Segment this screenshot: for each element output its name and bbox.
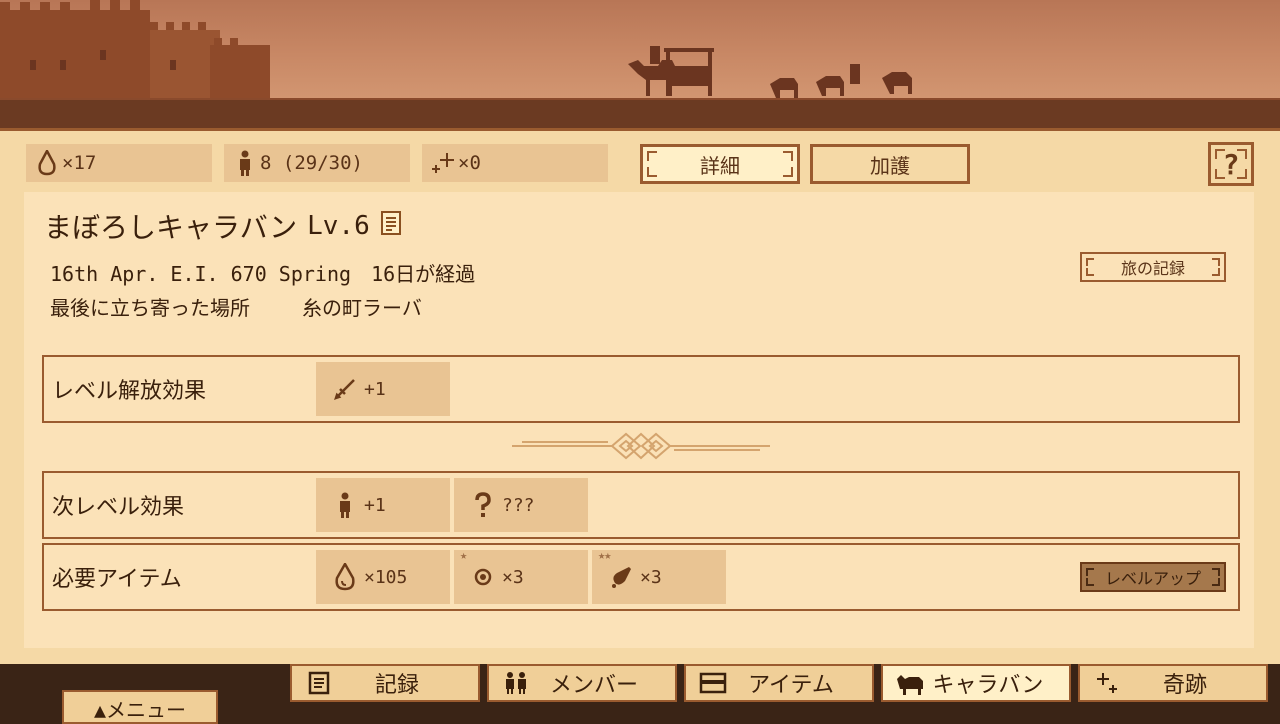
nav-label: キャラバン	[932, 673, 1044, 698]
water-count: ×17	[62, 152, 97, 174]
menu-button[interactable]: ▲メニュー	[62, 690, 218, 724]
water-drop-icon	[32, 150, 62, 176]
coin-icon	[468, 567, 498, 587]
nav-tab-miracles[interactable]: 奇跡	[1078, 664, 1268, 702]
level-effect-value: +1	[364, 378, 386, 400]
last-place-label: 最後に立ち寄った場所	[50, 296, 250, 320]
tab-blessing-label: 加護	[870, 153, 910, 178]
level-effect-item: +1	[316, 362, 450, 416]
menu-label: ▲メニュー	[93, 698, 187, 722]
required-items-row: 必要アイテム ×105 ★ ×3 ★★ ×3	[42, 543, 1240, 611]
rarity-stars: ★★	[598, 548, 611, 562]
next-effect-item: +1	[316, 478, 450, 532]
caravan-title: まぼろしキャラバン Lv.6	[44, 206, 402, 246]
desert-ground	[0, 100, 1280, 130]
next-effect-item: ???	[454, 478, 588, 532]
last-place-line: 最後に立ち寄った場所 糸の町ラーバ	[50, 292, 422, 321]
nav-label: 記録	[374, 673, 419, 698]
elapsed-text: 16日が経過	[371, 262, 476, 286]
caravan-scene	[0, 0, 1280, 130]
required-item-count: ×105	[364, 566, 408, 588]
nav-tab-items[interactable]: アイテム	[684, 664, 874, 702]
miracle-stat: ×0	[422, 144, 608, 182]
nav-tab-caravan[interactable]: キャラバン	[881, 664, 1071, 702]
person-icon	[230, 150, 260, 176]
people-icon	[499, 671, 533, 695]
nav-label: 奇跡	[1162, 673, 1207, 698]
level-up-button[interactable]: レベルアップ	[1080, 562, 1226, 592]
date-line: 16th Apr. E.I. 670 Spring 16日が経過	[50, 258, 475, 287]
sparkle-icon	[428, 151, 458, 175]
memo-icon[interactable]	[380, 210, 402, 243]
sword-icon	[330, 377, 360, 401]
level-up-label: レベルアップ	[1104, 569, 1201, 588]
fortress-silhouette	[0, 0, 270, 100]
help-button[interactable]: ?	[1208, 142, 1254, 186]
required-item: ★ ×3	[454, 548, 588, 604]
date-text: 16th Apr. E.I. 670 Spring	[50, 262, 352, 286]
next-effect-label: 次レベル効果	[52, 495, 185, 520]
next-effect-value: ???	[502, 494, 535, 516]
required-item-count: ×3	[640, 566, 662, 588]
camel-icon	[893, 671, 927, 695]
level-effect-row: レベル解放効果 +1	[42, 355, 1240, 423]
next-effect-row: 次レベル効果 +1 ???	[42, 471, 1240, 539]
water-drop-icon	[330, 563, 360, 591]
required-item: ×105	[316, 550, 450, 604]
person-icon	[330, 492, 360, 518]
required-items-label: 必要アイテム	[52, 567, 182, 592]
tab-detail-label: 詳細	[700, 153, 740, 178]
last-place-value: 糸の町ラーバ	[302, 296, 422, 320]
bell-icon	[606, 565, 636, 589]
level-effect-label: レベル解放効果	[52, 379, 207, 404]
caravan-name: まぼろしキャラバン	[44, 211, 298, 244]
nav-label: アイテム	[748, 673, 834, 698]
document-icon	[302, 671, 336, 695]
miracle-count: ×0	[458, 152, 481, 174]
travel-log-label: 旅の記録	[1120, 259, 1185, 278]
tab-detail[interactable]: 詳細	[640, 144, 800, 184]
required-item: ★★ ×3	[592, 548, 726, 604]
nav-tab-record[interactable]: 記録	[290, 664, 480, 702]
chest-icon	[696, 672, 730, 694]
members-stat: 8 (29/30)	[224, 144, 410, 182]
travel-log-button[interactable]: 旅の記録	[1080, 252, 1226, 282]
rarity-stars: ★	[460, 548, 467, 562]
divider-ornament	[512, 432, 770, 460]
caravan-silhouette	[628, 46, 912, 98]
required-item-count: ×3	[502, 566, 524, 588]
water-stat: ×17	[26, 144, 212, 182]
tab-blessing[interactable]: 加護	[810, 144, 970, 184]
nav-tab-members[interactable]: メンバー	[487, 664, 677, 702]
next-effect-value: +1	[364, 494, 386, 516]
nav-label: メンバー	[549, 673, 638, 698]
members-count: 8 (29/30)	[260, 152, 363, 174]
sparkle-icon	[1090, 671, 1124, 695]
question-icon	[468, 492, 498, 518]
caravan-level: Lv.6	[307, 211, 370, 241]
